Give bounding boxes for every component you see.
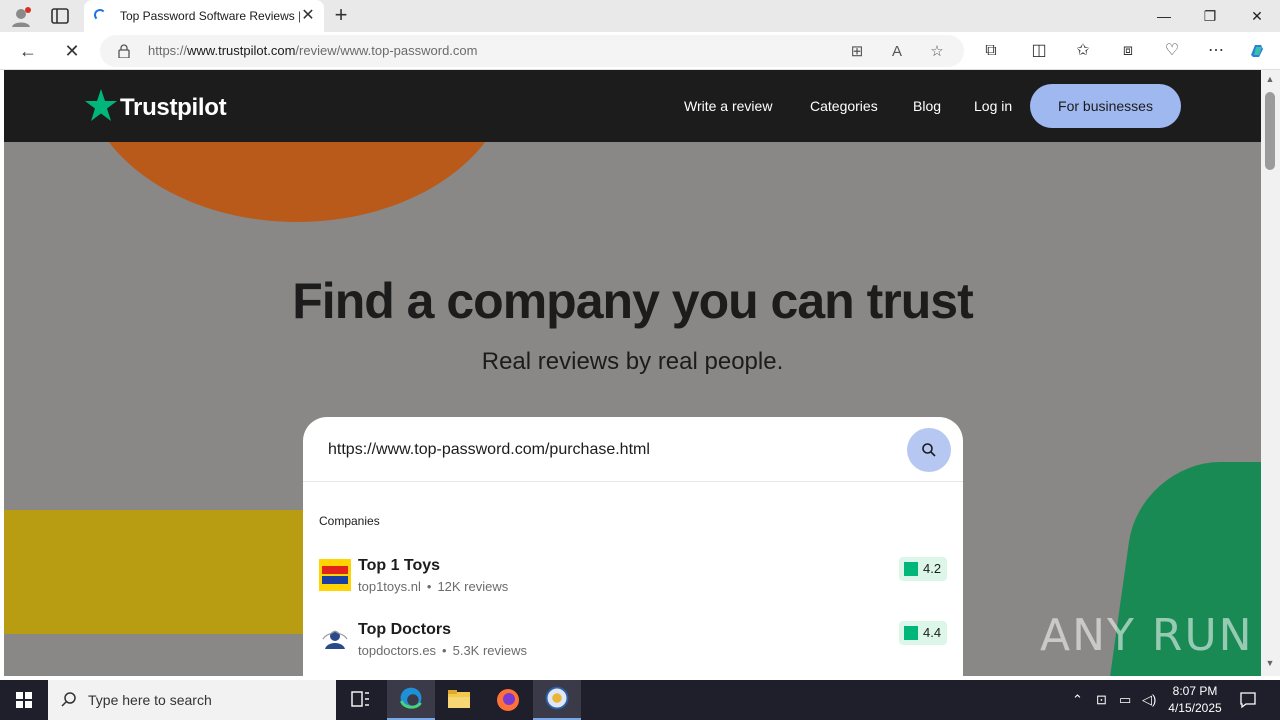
companies-section-label: Companies [319,514,380,528]
scrollbar-thumb[interactable] [1265,92,1275,170]
favorites-icon[interactable]: ✩ [1073,41,1093,61]
search-box: https://www.top-password.com/purchase.ht… [303,417,963,676]
decorative-yellow-shape [4,510,344,634]
search-input[interactable]: https://www.top-password.com/purchase.ht… [328,441,650,459]
company-meta: topdoctors.es • 5.3K reviews [358,643,528,658]
running-app-icon[interactable] [533,680,581,720]
clock-time: 8:07 PM [1172,684,1218,698]
search-icon [61,692,76,707]
rating-badge: 4.2 [899,557,947,581]
tray-app-icon[interactable]: ⊡ [1096,692,1107,708]
tab-actions-icon[interactable] [50,7,70,25]
lock-icon [118,44,130,58]
rating-star-icon [904,562,918,576]
scroll-up-icon[interactable]: ▲ [1265,74,1275,84]
nav-write-review[interactable]: Write a review [684,98,772,114]
for-businesses-button[interactable]: For businesses [1030,84,1181,128]
taskbar-clock[interactable]: 8:07 PM 4/15/2025 [1160,683,1230,717]
nav-login[interactable]: Log in [974,98,1012,114]
hero-subtitle: Real reviews by real people. [481,348,784,375]
company-result[interactable]: Top Doctors topdoctors.es • 5.3K reviews 4… [319,621,949,669]
split-screen-icon[interactable]: ◫ [1029,41,1049,61]
network-icon[interactable]: ▭ [1119,692,1131,708]
search-divider [303,481,963,482]
company-logo-topdoctors [319,623,351,655]
minimize-icon[interactable]: — [1141,0,1187,32]
rating-star-icon [904,626,918,640]
volume-icon[interactable]: ◁) [1142,692,1156,708]
more-menu-icon[interactable]: ⋯ [1206,41,1226,61]
stop-loading-icon[interactable]: ✕ [59,38,85,64]
hero-title: Find a company you can trust [292,273,973,329]
windows-start-icon[interactable] [0,680,48,720]
notifications-icon[interactable] [1238,690,1258,710]
rating-value: 4.2 [923,561,942,576]
taskbar-search[interactable]: Type here to search [48,680,336,720]
profile-icon[interactable] [10,6,32,28]
trustpilot-star-icon [85,89,117,121]
rating-badge: 4.4 [899,621,947,645]
new-tab-icon[interactable]: + [330,4,352,28]
scroll-down-icon[interactable]: ▼ [1265,658,1275,668]
close-window-icon[interactable]: ✕ [1234,0,1280,32]
extensions-icon[interactable]: ⧉ [981,41,1001,61]
anyrun-watermark: ANY RUN [1040,610,1254,661]
search-icon [922,443,936,457]
nav-blog[interactable]: Blog [913,98,941,114]
browser-toolbar: ← ✕ https://www.trustpilot.com/review/ww… [0,32,1280,70]
page-viewport: Trustpilot Write a review Categories Blo… [4,70,1261,676]
page-scrollbar[interactable]: ▲ ▼ [1261,70,1280,676]
windows-taskbar: Type here to search ⌃ ⊡ ▭ ◁) 8:07 PM 4/1… [0,680,1280,720]
browser-tab-bar: Top Password Software Reviews | ✕ + — ❐ … [0,0,1280,32]
taskbar-search-placeholder: Type here to search [88,692,212,708]
loading-spinner-icon [94,9,106,21]
company-logo-top1toys [319,559,351,591]
company-name: Top 1 Toys [358,557,441,574]
read-aloud-icon[interactable]: A [888,43,906,61]
address-url: https://www.trustpilot.com/review/www.to… [148,43,478,58]
clock-date: 4/15/2025 [1168,701,1222,715]
tab-close-icon[interactable]: ✕ [298,6,318,26]
copilot-icon[interactable] [1247,41,1267,61]
tray-chevron-icon[interactable]: ⌃ [1072,692,1083,708]
browser-essentials-icon[interactable]: ♡ [1162,41,1182,61]
app-available-icon[interactable]: ⊞ [848,43,866,61]
company-result[interactable]: Top 1 Toys top1toys.nl • 12K reviews 4.2 [319,557,949,605]
company-meta: top1toys.nl • 12K reviews [358,579,509,594]
edge-browser-icon[interactable] [387,680,435,720]
address-bar[interactable]: https://www.trustpilot.com/review/www.to… [100,35,964,67]
rating-value: 4.4 [923,625,942,640]
firefox-icon[interactable] [484,680,532,720]
file-explorer-icon[interactable] [435,680,483,720]
task-view-icon[interactable] [336,680,384,720]
back-icon[interactable]: ← [15,38,41,64]
favorite-star-icon[interactable]: ☆ [928,43,946,61]
company-name: Top Doctors [358,621,452,638]
nav-categories[interactable]: Categories [810,98,878,114]
logo-wordmark: Trustpilot [120,94,227,121]
restore-icon[interactable]: ❐ [1187,0,1233,32]
tab-title: Top Password Software Reviews | [120,9,300,23]
collections-icon[interactable]: ⧈ [1118,41,1138,61]
site-header: Trustpilot Write a review Categories Blo… [4,70,1261,142]
search-button[interactable] [907,428,951,472]
tab-active[interactable]: Top Password Software Reviews | ✕ [84,0,324,32]
